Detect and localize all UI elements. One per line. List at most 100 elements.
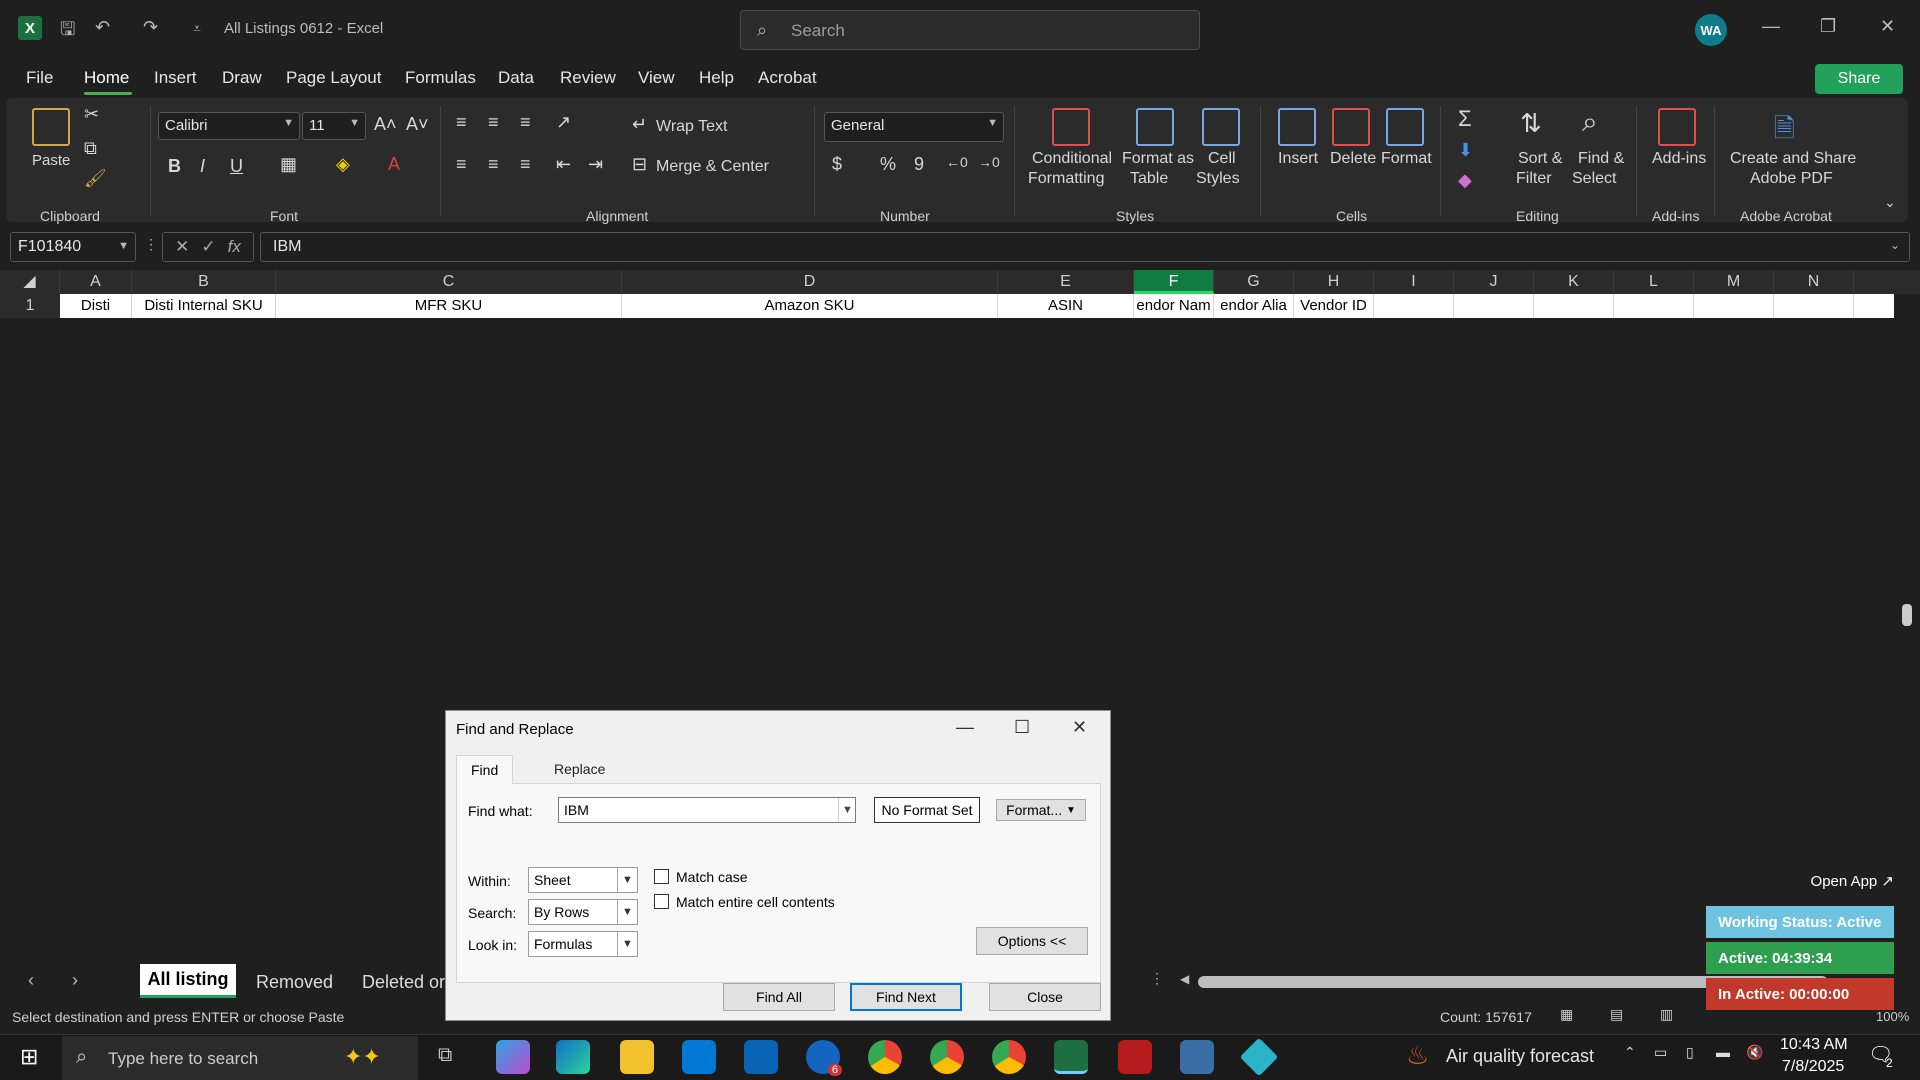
decrease-indent-icon[interactable]: ⇤: [556, 154, 571, 175]
font-name-select[interactable]: Calibri ▼: [158, 112, 300, 140]
format-as-table-label-2[interactable]: Table: [1130, 170, 1168, 188]
chrome-icon[interactable]: [868, 1040, 902, 1074]
delete-cells-label[interactable]: Delete: [1330, 150, 1376, 168]
find-all-button[interactable]: Find All: [723, 983, 835, 1011]
format-as-table-icon[interactable]: [1136, 108, 1174, 146]
increase-decimal-icon[interactable]: ←0: [946, 154, 968, 170]
merge-center-button[interactable]: Merge & Center: [656, 158, 769, 176]
edge-icon[interactable]: [556, 1040, 590, 1074]
column-header-b[interactable]: B: [132, 270, 276, 294]
tray-chevron-icon[interactable]: ⌃: [1624, 1044, 1636, 1061]
italic-button[interactable]: I: [200, 156, 205, 177]
number-format-select[interactable]: General ▼: [824, 112, 1004, 142]
store-icon[interactable]: [682, 1040, 716, 1074]
options-button[interactable]: Options <<: [976, 927, 1088, 955]
prev-sheet-icon[interactable]: ‹: [28, 970, 34, 991]
decrease-font-icon[interactable]: A˅: [406, 114, 429, 135]
dialog-minimize-icon[interactable]: —: [956, 717, 974, 738]
fill-icon[interactable]: ⬇: [1458, 140, 1473, 161]
fill-color-icon[interactable]: ◈: [336, 154, 350, 175]
sheet-tab-all-listing[interactable]: All listing: [140, 964, 236, 998]
column-header-k[interactable]: K: [1534, 270, 1614, 294]
cell-d1[interactable]: Amazon SKU: [622, 294, 998, 318]
format-as-table-label[interactable]: Format as: [1122, 150, 1194, 168]
column-header-l[interactable]: L: [1614, 270, 1694, 294]
cell-c1[interactable]: MFR SKU: [276, 294, 622, 318]
comma-button[interactable]: 9: [914, 154, 924, 175]
sort-filter-icon[interactable]: ⇅: [1520, 108, 1542, 139]
create-pdf-label-2[interactable]: Adobe PDF: [1750, 170, 1833, 188]
column-header-m[interactable]: M: [1694, 270, 1774, 294]
calculator-icon[interactable]: [1180, 1040, 1214, 1074]
normal-view-icon[interactable]: ▦: [1560, 1006, 1573, 1023]
match-case-checkbox[interactable]: [654, 869, 669, 884]
wrap-text-button[interactable]: Wrap Text: [656, 118, 727, 136]
conditional-formatting-label[interactable]: Conditional: [1032, 150, 1112, 168]
cell-k1[interactable]: [1534, 294, 1614, 318]
redo-icon[interactable]: ↷: [143, 17, 158, 38]
menu-home[interactable]: Home: [84, 68, 129, 88]
cut-icon[interactable]: ✂: [84, 104, 99, 125]
conditional-formatting-label-2[interactable]: Formatting: [1028, 170, 1104, 188]
menu-view[interactable]: View: [638, 68, 675, 88]
open-app-link[interactable]: Open App ↗: [1811, 872, 1894, 890]
dialog-maximize-icon[interactable]: ☐: [1014, 717, 1030, 738]
cell-styles-label[interactable]: Cell: [1208, 150, 1236, 168]
menu-formulas[interactable]: Formulas: [405, 68, 476, 88]
currency-button[interactable]: $: [832, 154, 842, 175]
column-header-c[interactable]: C: [276, 270, 622, 294]
battery-icon[interactable]: ▬: [1716, 1044, 1730, 1060]
volume-muted-icon[interactable]: 🔇: [1746, 1044, 1763, 1061]
merge-center-icon[interactable]: ⊟: [632, 154, 647, 175]
column-header-j[interactable]: J: [1454, 270, 1534, 294]
page-break-view-icon[interactable]: ▥: [1660, 1006, 1673, 1023]
cell-g1[interactable]: endor Alia: [1214, 294, 1294, 318]
top-align-icon[interactable]: ≡: [456, 112, 467, 133]
wrap-text-icon[interactable]: ↵: [632, 114, 647, 135]
menu-page-layout[interactable]: Page Layout: [286, 68, 381, 88]
avatar[interactable]: WA: [1695, 14, 1727, 46]
tab-replace[interactable]: Replace: [540, 755, 619, 783]
orientation-icon[interactable]: ↗: [556, 112, 571, 133]
font-size-select[interactable]: 11 ▼: [302, 112, 366, 140]
copy-icon[interactable]: ⧉: [84, 138, 97, 159]
menu-acrobat[interactable]: Acrobat: [758, 68, 817, 88]
find-select-icon[interactable]: ⌕: [1582, 106, 1598, 139]
task-view-icon[interactable]: ⧉: [438, 1044, 452, 1067]
cell-f1[interactable]: endor Nam: [1134, 294, 1214, 318]
match-case-label[interactable]: Match case: [676, 869, 748, 885]
chrome-profile-icon[interactable]: [930, 1040, 964, 1074]
sheet-tab-deleted[interactable]: Deleted or: [362, 972, 445, 993]
decrease-decimal-icon[interactable]: →0: [978, 154, 1000, 170]
menu-insert[interactable]: Insert: [154, 68, 197, 88]
add-ins-icon[interactable]: [1658, 108, 1696, 146]
paste-icon[interactable]: [32, 108, 70, 146]
cell-j1[interactable]: [1454, 294, 1534, 318]
bold-button[interactable]: B: [168, 156, 181, 177]
name-box[interactable]: F101840 ▼: [10, 232, 136, 262]
find-next-button[interactable]: Find Next: [850, 983, 962, 1011]
search-box[interactable]: ⌕ Search: [740, 10, 1200, 50]
within-select[interactable]: Sheet ▼: [528, 867, 638, 893]
column-header-e[interactable]: E: [998, 270, 1134, 294]
cell-styles-icon[interactable]: [1202, 108, 1240, 146]
menu-draw[interactable]: Draw: [222, 68, 262, 88]
chevron-down-icon[interactable]: ▼: [838, 798, 856, 822]
cancel-icon[interactable]: ✕: [175, 237, 189, 257]
menu-data[interactable]: Data: [498, 68, 534, 88]
sort-filter-label[interactable]: Sort &: [1518, 150, 1562, 168]
next-sheet-icon[interactable]: ›: [72, 970, 78, 991]
increase-indent-icon[interactable]: ⇥: [588, 154, 603, 175]
outlook-icon[interactable]: [744, 1040, 778, 1074]
tab-find[interactable]: Find: [456, 755, 514, 784]
delete-cells-icon[interactable]: [1332, 108, 1370, 146]
more-sheets-icon[interactable]: ⋮: [1150, 970, 1164, 987]
cell-b1[interactable]: Disti Internal SKU: [132, 294, 276, 318]
format-cells-icon[interactable]: [1386, 108, 1424, 146]
underline-button[interactable]: U: [230, 156, 243, 177]
menu-review[interactable]: Review: [560, 68, 616, 88]
format-painter-icon[interactable]: 🖌: [84, 168, 107, 189]
cell-a1[interactable]: Disti: [60, 294, 132, 318]
customize-toolbar-icon[interactable]: ⩡: [193, 20, 201, 37]
formula-input[interactable]: IBM: [260, 232, 1910, 262]
